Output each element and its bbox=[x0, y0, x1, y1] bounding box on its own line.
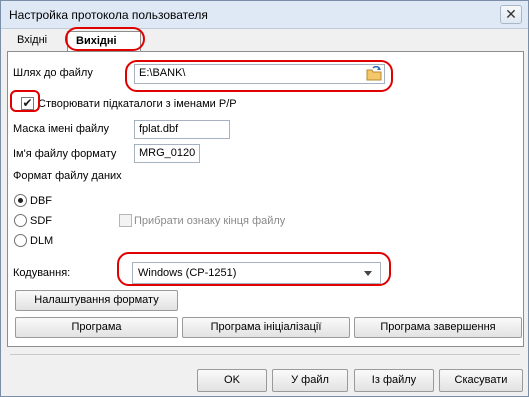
to-file-button[interactable]: У файл bbox=[272, 369, 348, 392]
from-file-button[interactable]: Із файлу bbox=[354, 369, 434, 392]
footer-separator bbox=[10, 354, 520, 355]
init-program-button[interactable]: Програма ініціалізації bbox=[182, 317, 350, 338]
radio-dbf[interactable] bbox=[14, 194, 27, 207]
highlight-outgoing-tab bbox=[65, 27, 145, 51]
tab-panel: Шлях до файлу E:\BANK\ ✔ Створювати підк… bbox=[7, 51, 524, 347]
remove-eof-label: Прибрати ознаку кінця файлу bbox=[134, 215, 286, 227]
radio-dbf-label: DBF bbox=[30, 195, 52, 207]
create-subdirs-label: Створювати підкаталоги з іменами Р/Р bbox=[38, 98, 237, 110]
encoding-label: Кодування: bbox=[13, 267, 71, 279]
radio-dlm-label: DLM bbox=[30, 235, 54, 247]
window-title: Настройка протокола пользователя bbox=[9, 8, 208, 22]
title-bar: Настройка протокола пользователя ✕ bbox=[1, 1, 528, 29]
ok-button[interactable]: OK bbox=[197, 369, 267, 392]
format-settings-button[interactable]: Налаштування формату bbox=[15, 290, 178, 311]
data-format-label: Формат файлу даних bbox=[13, 170, 122, 182]
close-button[interactable]: ✕ bbox=[500, 5, 522, 24]
format-file-name-input[interactable]: MRG_0120 bbox=[134, 144, 200, 163]
radio-sdf-label: SDF bbox=[30, 215, 52, 227]
close-icon: ✕ bbox=[505, 6, 517, 22]
radio-sdf[interactable] bbox=[14, 214, 27, 227]
tab-incoming[interactable]: Вхідні bbox=[9, 31, 61, 51]
program-button[interactable]: Програма bbox=[15, 317, 178, 338]
dialog-window: Настройка протокола пользователя ✕ Вхідн… bbox=[0, 0, 529, 397]
name-mask-label: Маска імені файлу bbox=[13, 123, 110, 135]
remove-eof-checkbox[interactable] bbox=[119, 214, 132, 227]
highlight-subdirs-checkbox bbox=[10, 90, 40, 112]
highlight-file-path bbox=[125, 60, 393, 92]
file-path-label: Шлях до файлу bbox=[13, 67, 93, 79]
radio-dlm[interactable] bbox=[14, 234, 27, 247]
highlight-encoding bbox=[117, 252, 391, 286]
format-file-name-label: Ім'я файлу формату bbox=[13, 148, 117, 160]
name-mask-input[interactable]: fplat.dbf bbox=[134, 120, 230, 139]
finish-program-button[interactable]: Програма завершення bbox=[354, 317, 522, 338]
cancel-button[interactable]: Скасувати bbox=[439, 369, 523, 392]
